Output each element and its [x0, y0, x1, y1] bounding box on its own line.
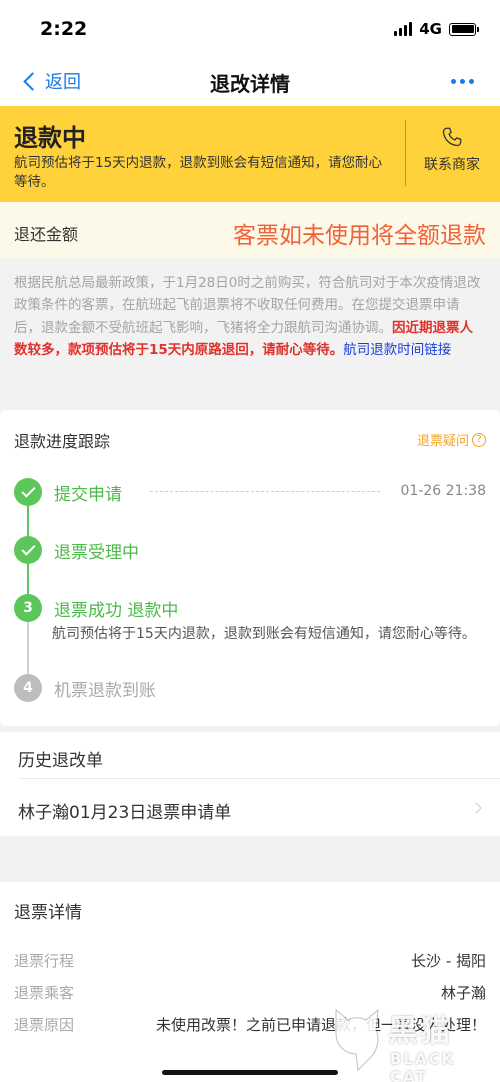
nav-bar: 返回 退改详情 — [0, 58, 500, 106]
step-submit: 提交申请 — [14, 478, 122, 506]
ellipsis-icon[interactable] — [451, 79, 474, 84]
detail-value: 林子瀚 — [440, 984, 486, 1002]
progress-line — [27, 506, 29, 540]
check-icon — [14, 478, 42, 506]
chevron-left-icon — [23, 71, 42, 91]
signal-icon — [394, 22, 413, 36]
refund-time-link[interactable]: 航司退款时间链接 — [343, 342, 451, 358]
step-label: 机票退款到账 — [54, 680, 156, 701]
status-time: 2:22 — [40, 18, 88, 40]
watermark-subtext: BLACK CAT — [390, 1050, 456, 1082]
step-accepted: 退票受理中 — [14, 536, 139, 564]
detail-label: 退票乘客 — [14, 984, 75, 1002]
cat-logo-icon — [335, 1008, 379, 1072]
chevron-right-icon — [470, 802, 482, 814]
back-label: 返回 — [45, 72, 81, 93]
divider — [18, 778, 500, 779]
step-description: 航司预估将于15天内退款，退款到账会有短信通知，请您耐心等待。 — [52, 626, 476, 642]
progress-line — [27, 622, 29, 674]
history-card: 历史退改单 林子瀚01月23日退票申请单 — [0, 732, 500, 836]
detail-title: 退票详情 — [14, 903, 82, 923]
contact-merchant-label: 联系商家 — [424, 157, 480, 173]
step-number: 4 — [14, 674, 42, 702]
refund-progress-card: 退款进度跟踪 退票疑问 ? 提交申请 01-26 21:38 退票受理中 3 退… — [0, 410, 500, 726]
refund-amount-note: 客票如未使用将全额退款 — [233, 223, 486, 249]
history-title: 历史退改单 — [18, 751, 103, 771]
step-number: 3 — [14, 594, 42, 622]
detail-label: 退票原因 — [14, 1016, 75, 1034]
refund-amount-label: 退还金额 — [14, 225, 79, 244]
detail-value: 长沙 - 揭阳 — [411, 952, 486, 970]
refund-status-title: 退款中 — [14, 124, 86, 152]
step-received: 4 机票退款到账 — [14, 674, 156, 702]
phone-icon — [442, 127, 462, 147]
progress-title: 退款进度跟踪 — [14, 432, 111, 451]
home-indicator[interactable] — [162, 1070, 338, 1075]
refund-status-banner: 退款中 航司预估将于15天内退款，退款到账会有短信通知，请您耐心等待。 联系商家 — [0, 106, 500, 202]
back-button[interactable]: 返回 — [22, 68, 81, 94]
step-label: 提交申请 — [54, 484, 122, 505]
step-label: 退票受理中 — [54, 542, 139, 563]
refund-status-description: 航司预估将于15天内退款，退款到账会有短信通知，请您耐心等待。 — [14, 155, 383, 190]
refund-question-link[interactable]: 退票疑问 ? — [417, 430, 486, 449]
step-time: 01-26 21:38 — [400, 483, 486, 499]
status-indicators: 4G — [394, 20, 479, 38]
refund-amount-row: 退还金额 客票如未使用将全额退款 — [0, 202, 500, 258]
check-icon — [14, 536, 42, 564]
question-circle-icon: ? — [472, 432, 486, 447]
detail-label: 退票行程 — [14, 952, 75, 970]
step-label: 退票成功 退款中 — [54, 600, 179, 621]
dashed-divider — [150, 491, 380, 492]
refund-question-label: 退票疑问 — [416, 434, 469, 449]
history-item[interactable]: 林子瀚01月23日退票申请单 — [18, 798, 231, 823]
step-refunding: 3 退票成功 退款中 — [14, 594, 178, 622]
battery-icon — [449, 22, 479, 36]
network-type: 4G — [419, 20, 442, 38]
contact-merchant-button[interactable]: 联系商家 — [412, 126, 492, 174]
status-bar: 2:22 4G — [0, 0, 500, 58]
black-cat-watermark: 黑猫 BLACK CAT — [324, 1004, 494, 1082]
policy-notice: 根据民航总局最新政策，于1月28日0时之前购买，符合航司对于本次疫情退改政策条件… — [0, 258, 500, 402]
banner-divider — [405, 120, 406, 186]
progress-line — [27, 564, 29, 596]
watermark-text: 黑猫 — [388, 1014, 452, 1049]
